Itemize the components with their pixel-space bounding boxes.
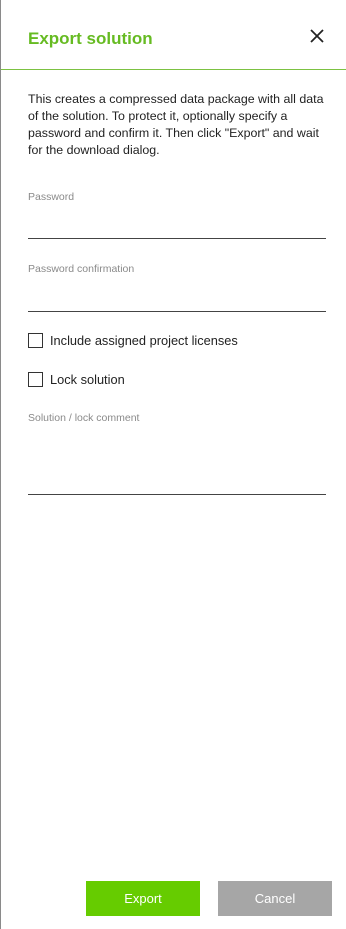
dialog-title: Export solution <box>28 29 153 48</box>
dialog-description: This creates a compressed data package w… <box>28 92 324 157</box>
password-confirmation-input[interactable] <box>28 286 326 312</box>
lock-solution-label: Lock solution <box>50 372 125 387</box>
include-licenses-label: Include assigned project licenses <box>50 333 238 348</box>
lock-solution-checkbox-row[interactable]: Lock solution <box>28 372 125 387</box>
comment-label: Solution / lock comment <box>28 412 140 424</box>
dialog-header: Export solution <box>1 0 346 70</box>
password-label: Password <box>28 191 75 203</box>
export-button[interactable]: Export <box>86 881 200 916</box>
lock-solution-checkbox[interactable] <box>28 372 43 387</box>
password-confirmation-label: Password confirmation <box>28 263 135 275</box>
password-input[interactable] <box>28 213 326 239</box>
comment-input[interactable] <box>28 432 326 495</box>
cancel-button[interactable]: Cancel <box>218 881 332 916</box>
include-licenses-checkbox[interactable] <box>28 333 43 348</box>
close-icon[interactable] <box>308 27 326 45</box>
export-solution-dialog: Export solution This creates a compresse… <box>0 0 346 929</box>
include-licenses-checkbox-row[interactable]: Include assigned project licenses <box>28 333 238 348</box>
